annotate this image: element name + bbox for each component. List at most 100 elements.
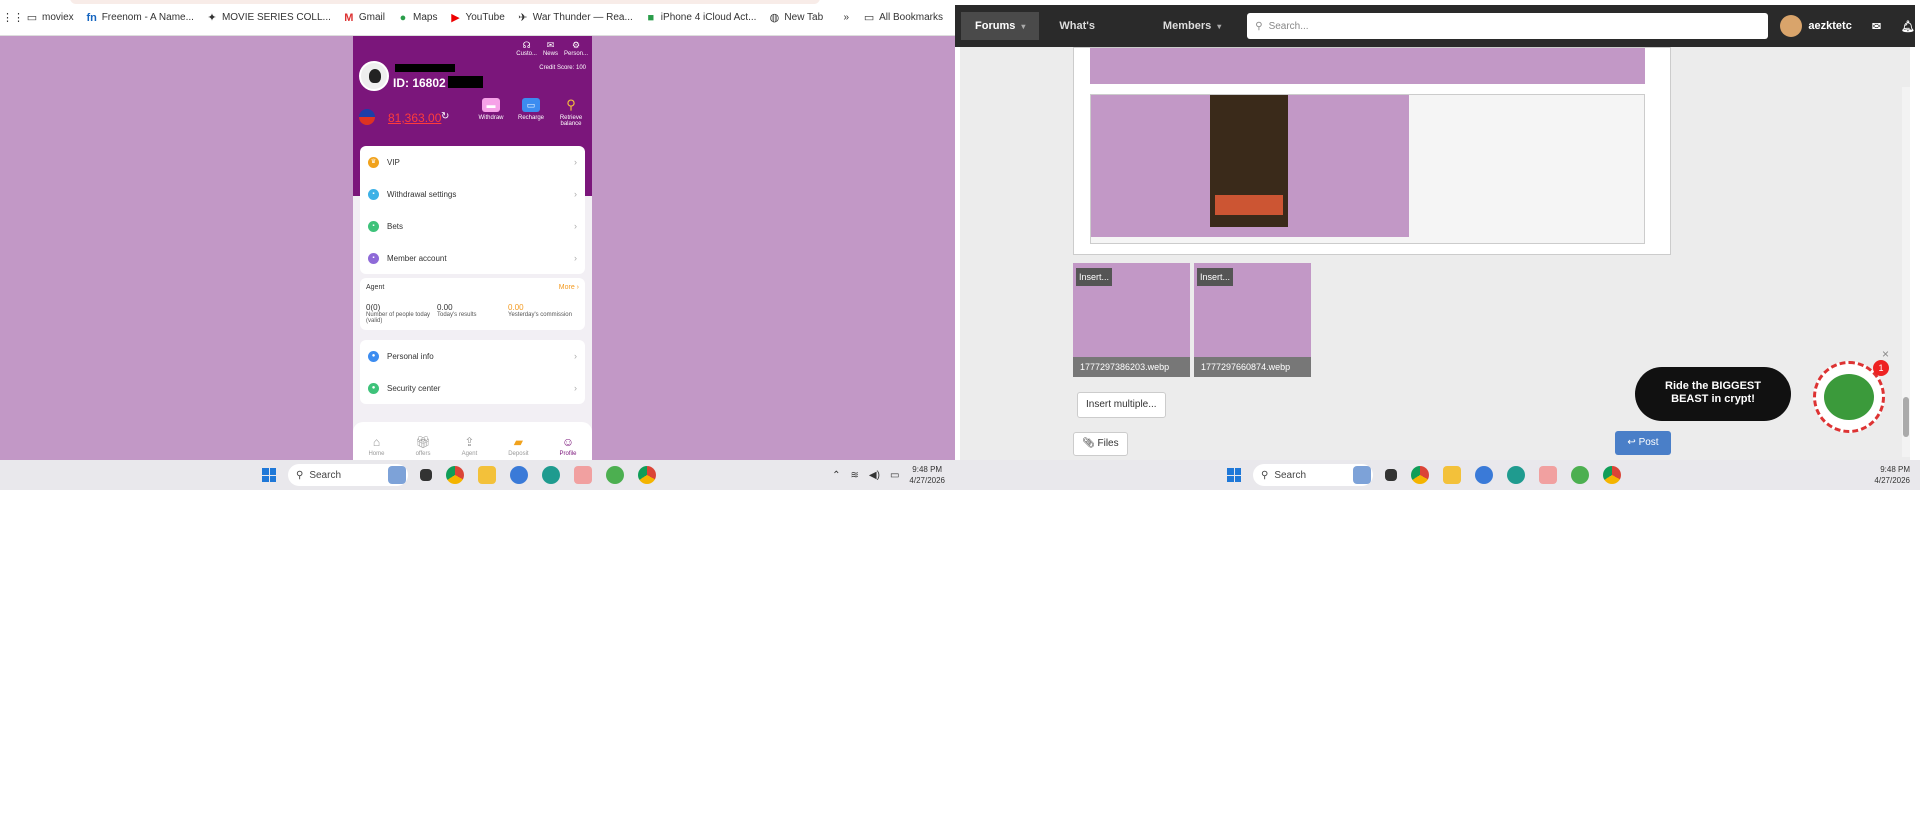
message-icon: ✉ <box>546 40 555 50</box>
system-tray: 9:48 PM 4/27/2026 <box>1874 464 1910 486</box>
notification-badge: 1 <box>1873 360 1889 376</box>
volume-icon[interactable]: ◀︎) <box>869 470 880 481</box>
edge-icon[interactable] <box>542 466 560 484</box>
widgets-icon[interactable] <box>388 466 406 484</box>
bookmark-iphone[interactable]: ■ iPhone 4 iCloud Act... <box>645 12 756 24</box>
app-icon[interactable] <box>510 466 528 484</box>
menu-item-withdrawal-settings[interactable]: ▪ Withdrawal settings › <box>360 178 585 210</box>
customer-service-button[interactable]: ☊ Custo... <box>516 40 537 57</box>
menu-item-vip[interactable]: ♛ VIP › <box>360 146 585 178</box>
crocodile-mascot-icon[interactable]: 1 <box>1813 360 1889 433</box>
withdraw-button[interactable]: ▬ Withdraw <box>476 98 506 127</box>
attachment-thumb[interactable]: Insert... 1777297386203.webp <box>1073 263 1190 377</box>
apps-icon[interactable]: ⋮⋮ <box>2 11 24 24</box>
nav-home[interactable]: ⌂ Home <box>368 435 384 457</box>
chevron-right-icon: › <box>574 221 577 231</box>
mobile-app: ID: 16802 ☊ Custo... ✉ News ⚙ Person... Cre… <box>353 36 592 460</box>
user-id: ID: 16802 <box>393 76 446 90</box>
battery-icon[interactable]: ▭ <box>890 470 899 481</box>
app-icon[interactable] <box>574 466 592 484</box>
insert-multiple-button[interactable]: Insert multiple... <box>1077 392 1166 418</box>
bookmark-movie-series[interactable]: ✦ MOVIE SERIES COLL... <box>206 11 331 24</box>
edge-icon[interactable] <box>1507 466 1525 484</box>
task-view-icon[interactable] <box>420 469 432 481</box>
windows-start-icon[interactable] <box>262 468 276 482</box>
menu-item-security-center[interactable]: ● Security center › <box>360 372 585 404</box>
bookmark-youtube[interactable]: ▶ YouTube <box>449 11 505 24</box>
clock[interactable]: 9:48 PM 4/27/2026 <box>1874 464 1910 486</box>
bookmark-maps[interactable]: ● Maps <box>397 11 438 24</box>
user-menu[interactable]: aezktetc ✉ 🔔︎ <box>1780 15 1915 37</box>
app-icon[interactable] <box>1571 466 1589 484</box>
card-icon: ▭ <box>522 98 540 112</box>
app-icon[interactable] <box>1539 466 1557 484</box>
bell-icon[interactable]: 🔔︎ <box>1901 20 1915 33</box>
files-button[interactable]: 📎︎ Files <box>1073 432 1128 456</box>
more-bookmarks-icon[interactable]: » <box>844 12 850 23</box>
balance-amount[interactable]: 81,363.00 <box>388 111 441 125</box>
scrollbar[interactable] <box>1902 87 1910 457</box>
tab-forums[interactable]: Forums ▾ <box>961 12 1040 40</box>
menu-card-2: ● Personal info › ● Security center › <box>360 340 585 404</box>
insert-button[interactable]: Insert... <box>1076 268 1113 286</box>
agent-more-link[interactable]: More › <box>559 284 579 291</box>
all-bookmarks[interactable]: ▭ All Bookmarks <box>863 11 943 24</box>
maps-icon: ● <box>399 11 407 24</box>
post-button[interactable]: ↩ Post <box>1615 431 1671 455</box>
nav-profile[interactable]: ☺ Profile <box>560 435 577 457</box>
windows-start-icon[interactable] <box>1227 468 1241 482</box>
retrieve-balance-button[interactable]: ⚲ Retrieve balance <box>556 98 586 128</box>
task-view-icon[interactable] <box>1385 469 1397 481</box>
chevron-right-icon: › <box>574 189 577 199</box>
tab-whats-new[interactable]: What's new▾ <box>1045 12 1143 60</box>
clock[interactable]: 9:48 PM 4/27/2026 <box>909 464 945 486</box>
headset-icon: ☊ <box>522 40 531 50</box>
menu-item-personal-info[interactable]: ● Personal info › <box>360 340 585 372</box>
file-explorer-icon[interactable] <box>478 466 496 484</box>
chrome-icon[interactable] <box>1411 466 1429 484</box>
menu-item-bets[interactable]: ▪ Bets › <box>360 210 585 242</box>
search-icon: ⚲ <box>296 469 304 481</box>
refresh-icon[interactable]: ↻ <box>441 111 449 122</box>
bookmark-war-thunder[interactable]: ✈ War Thunder — Rea... <box>517 11 633 24</box>
chrome-icon[interactable] <box>1603 466 1621 484</box>
person-icon: ● <box>368 350 379 362</box>
gmail-icon: M <box>344 11 354 24</box>
menu-item-member-account[interactable]: ▪ Member account › <box>360 242 585 274</box>
tab-members[interactable]: Members ▾ <box>1149 12 1235 40</box>
chrome-icon[interactable] <box>638 466 656 484</box>
bookmark-gmail[interactable]: M Gmail <box>343 12 385 24</box>
agent-stat-results: 0.00 Today's results <box>437 303 477 318</box>
person-icon: ☺ <box>561 435 575 449</box>
close-icon[interactable]: × <box>1882 347 1889 361</box>
app-icon[interactable] <box>606 466 624 484</box>
nav-agent[interactable]: ⇪ Agent <box>462 435 478 457</box>
agent-title: Agent <box>366 284 385 291</box>
recharge-button[interactable]: ▭ Recharge <box>516 98 546 127</box>
chevron-down-icon: ▾ <box>1021 22 1026 31</box>
tab-strip <box>70 0 820 4</box>
avatar[interactable] <box>359 61 389 91</box>
editor-content[interactable] <box>1073 47 1671 255</box>
widgets-icon[interactable] <box>1353 466 1371 484</box>
nav-deposit[interactable]: ▰ Deposit <box>508 435 528 457</box>
site-icon: ✦ <box>207 12 217 24</box>
embedded-image-main <box>1090 94 1645 244</box>
bookmark-moviex[interactable]: ▭ moviex <box>26 11 74 24</box>
app-icon[interactable] <box>1475 466 1493 484</box>
chevron-up-icon[interactable]: ⌃ <box>832 470 840 481</box>
chevron-right-icon: › <box>574 157 577 167</box>
nav-offers[interactable]: 🎁︎ offers <box>415 435 430 457</box>
bookmark-new-tab[interactable]: ◍ New Tab <box>768 11 824 24</box>
wifi-icon[interactable]: ≋ <box>851 470 859 481</box>
file-explorer-icon[interactable] <box>1443 466 1461 484</box>
insert-button[interactable]: Insert... <box>1197 268 1234 286</box>
search-input[interactable]: ⚲ Search... <box>1247 13 1769 39</box>
bookmark-freenom[interactable]: fn Freenom - A Name... <box>86 12 193 24</box>
news-button[interactable]: ✉ News <box>543 40 558 57</box>
ad-bubble[interactable]: Ride the BIGGEST BEAST in crypt! <box>1635 367 1791 421</box>
chrome-icon[interactable] <box>446 466 464 484</box>
envelope-icon[interactable]: ✉ <box>1872 20 1881 33</box>
attachment-thumb[interactable]: Insert... 1777297660874.webp <box>1194 263 1311 377</box>
personal-button[interactable]: ⚙ Person... <box>564 40 588 57</box>
